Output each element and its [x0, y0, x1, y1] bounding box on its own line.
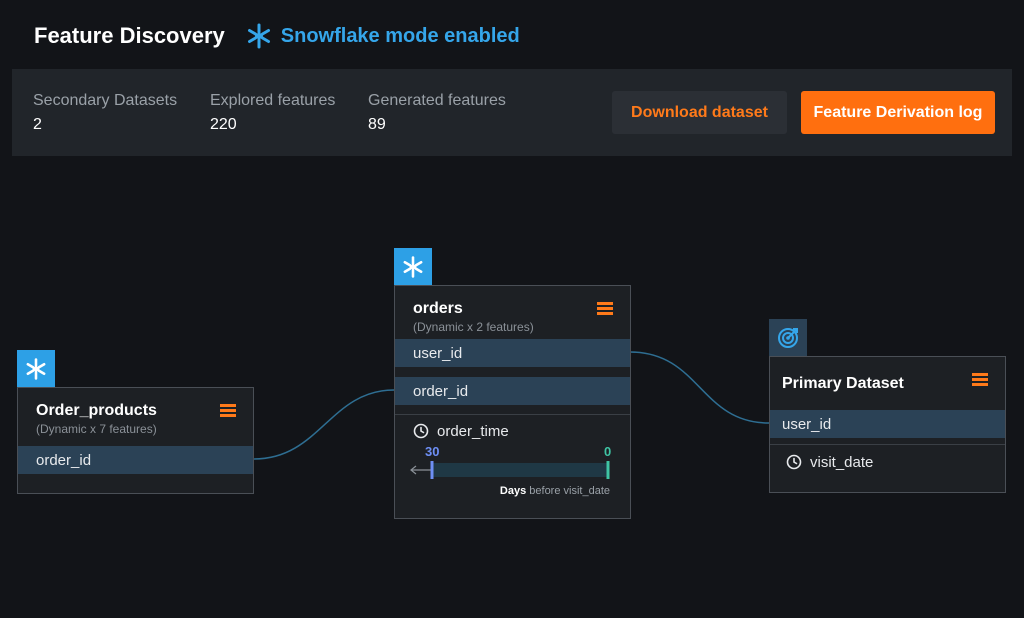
snowflake-source-icon: [394, 248, 432, 286]
time-field-label: visit_date: [810, 453, 874, 471]
time-field-label: order_time: [437, 422, 509, 440]
target-icon: [778, 328, 798, 348]
clock-icon: [413, 423, 429, 439]
dataset-card-order-products[interactable]: Order_products (Dynamic x 7 features) or…: [17, 387, 254, 494]
divider: [395, 414, 630, 415]
join-key-row[interactable]: user_id: [395, 339, 630, 367]
snowflake-icon: [403, 256, 423, 278]
clock-icon: [786, 454, 802, 470]
menu-icon[interactable]: [972, 373, 988, 387]
snowflake-source-icon: [17, 350, 55, 388]
menu-icon[interactable]: [220, 404, 236, 418]
window-caption: Days before visit_date: [500, 485, 610, 497]
join-key-row[interactable]: order_id: [18, 446, 253, 474]
feature-derivation-window-slider[interactable]: [409, 458, 614, 482]
divider: [770, 444, 1005, 445]
window-caption-rest: before visit_date: [526, 485, 610, 497]
window-start-label: 30: [425, 444, 440, 459]
card-title: Order_products: [36, 402, 157, 419]
time-field-row: order_time: [395, 417, 630, 445]
card-title: Primary Dataset: [782, 375, 904, 392]
time-field-row: visit_date: [770, 448, 1005, 476]
connector-order-products-orders: [253, 389, 395, 460]
dataset-card-orders[interactable]: orders (Dynamic x 2 features) user_id or…: [394, 285, 631, 519]
join-key-row[interactable]: order_id: [395, 377, 630, 405]
menu-icon[interactable]: [597, 302, 613, 316]
connector-orders-primary: [629, 351, 770, 424]
dataset-card-primary[interactable]: Primary Dataset user_id visit_date: [769, 356, 1006, 493]
card-subtitle: (Dynamic x 7 features): [36, 422, 157, 436]
card-title: orders: [413, 300, 463, 317]
window-caption-unit: Days: [499, 485, 527, 497]
snowflake-icon: [26, 358, 46, 380]
join-key-row[interactable]: user_id: [770, 410, 1005, 438]
window-end-label: 0: [604, 444, 612, 459]
primary-target-icon: [769, 319, 807, 357]
card-subtitle: (Dynamic x 2 features): [413, 320, 534, 334]
